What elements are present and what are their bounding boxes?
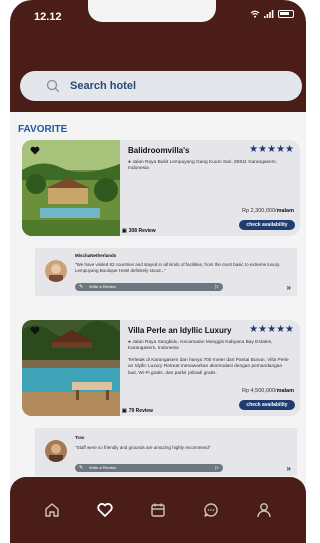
nav-favorite[interactable] <box>90 495 120 525</box>
heart-filled-icon[interactable] <box>30 146 40 155</box>
phone-screen: 12.12 Search hotel FAVORITE Balidroomvil… <box>10 0 306 543</box>
star-rating: ★★★★★ <box>249 144 294 155</box>
more-arrow-icon[interactable]: » <box>287 283 291 292</box>
reviewer-name: MischaNetherlands <box>75 253 117 258</box>
bottom-nav <box>10 477 306 543</box>
avatar <box>45 440 67 462</box>
search-icon <box>46 79 60 93</box>
heart-icon <box>97 503 113 517</box>
search-input[interactable]: Search hotel <box>70 80 136 92</box>
nav-home[interactable] <box>37 495 67 525</box>
battery-icon <box>278 10 294 18</box>
write-review-label: Write a Review <box>89 284 116 289</box>
review-count-text: 308 Review <box>128 228 156 234</box>
calendar-icon <box>151 503 165 517</box>
address-text: Jalan Raya Bukit Lempuyang Gang Kuum Sar… <box>128 160 277 172</box>
review-text: "Staff were so friendly and grounds are … <box>75 445 211 450</box>
send-icon[interactable]: ▷ <box>215 464 219 472</box>
send-icon[interactable]: ▷ <box>215 283 219 291</box>
hotel-description: Terletak di Karangasem dan hanya 700 met… <box>128 358 289 376</box>
hotel-address: ● Jalan Raya Bukit Lempuyang Gang Kuum S… <box>128 160 292 173</box>
search-bar[interactable]: Search hotel <box>20 71 302 101</box>
status-icons <box>250 10 294 18</box>
check-availability-button[interactable]: check availability <box>239 400 295 410</box>
check-availability-button[interactable]: check availability <box>239 220 295 230</box>
profile-icon <box>256 503 271 518</box>
hotel-image <box>22 140 120 236</box>
hotel-card[interactable]: Balidroomvilla's ★★★★★ ● Jalan Raya Buki… <box>22 140 300 236</box>
nav-profile[interactable] <box>249 495 279 525</box>
review-count[interactable]: ▣ 308 Review <box>122 228 156 234</box>
price-unit: malam <box>276 208 294 214</box>
signal-icon <box>264 10 274 18</box>
write-review-input[interactable]: ✎ Write a Review ▷ <box>75 464 223 472</box>
wifi-icon <box>250 10 260 18</box>
pen-icon: ✎ <box>79 284 84 290</box>
heart-filled-icon[interactable] <box>30 326 40 335</box>
star-rating: ★★★★★ <box>249 324 294 335</box>
price-amount: Rp 4,500,000/ <box>242 388 277 394</box>
nav-calendar[interactable] <box>143 495 173 525</box>
review-count-text: 79 Review <box>128 408 153 414</box>
hotel-price: Rp 2,300,000/malam <box>242 208 294 214</box>
review-icon: ▣ <box>122 228 127 234</box>
pen-icon: ✎ <box>79 465 84 471</box>
reviewer-name: Trav <box>75 435 85 440</box>
status-time: 12.12 <box>34 11 62 23</box>
review-count[interactable]: ▣ 79 Review <box>122 408 153 414</box>
hotel-card[interactable]: Villa Perle an Idyllic Luxury ★★★★★ ● Ja… <box>22 320 300 416</box>
hotel-address: ● Jalan Raya Sangkidu, Kecamatan Manggis… <box>128 340 292 353</box>
review-icon: ▣ <box>122 408 127 414</box>
location-pin-icon: ● <box>128 340 131 345</box>
price-amount: Rp 2,300,000/ <box>242 208 277 214</box>
hotel-price: Rp 4,500,000/malam <box>242 388 294 394</box>
hotel-image <box>22 320 120 416</box>
location-pin-icon: ● <box>128 160 131 165</box>
review-text: "We have visited 82 countries and stayed… <box>75 262 281 274</box>
review-card: Trav "Staff were so friendly and grounds… <box>35 428 297 476</box>
notch <box>88 0 216 22</box>
address-text: Jalan Raya Sangkidu, Kecamatan Manggis K… <box>128 340 273 352</box>
write-review-label: Write a Review <box>89 465 116 470</box>
avatar <box>45 260 67 282</box>
write-review-input[interactable]: ✎ Write a Review ▷ <box>75 283 223 291</box>
home-icon <box>45 503 60 517</box>
nav-chat[interactable] <box>196 495 226 525</box>
section-title: FAVORITE <box>18 124 68 135</box>
review-card: MischaNetherlands "We have visited 82 co… <box>35 248 297 296</box>
more-arrow-icon[interactable]: » <box>287 464 291 473</box>
hotel-name: Villa Perle an Idyllic Luxury <box>128 326 232 335</box>
header: 12.12 Search hotel <box>10 0 306 112</box>
price-unit: malam <box>276 388 294 394</box>
hotel-name: Balidroomvilla's <box>128 146 190 155</box>
chat-icon <box>204 503 218 517</box>
